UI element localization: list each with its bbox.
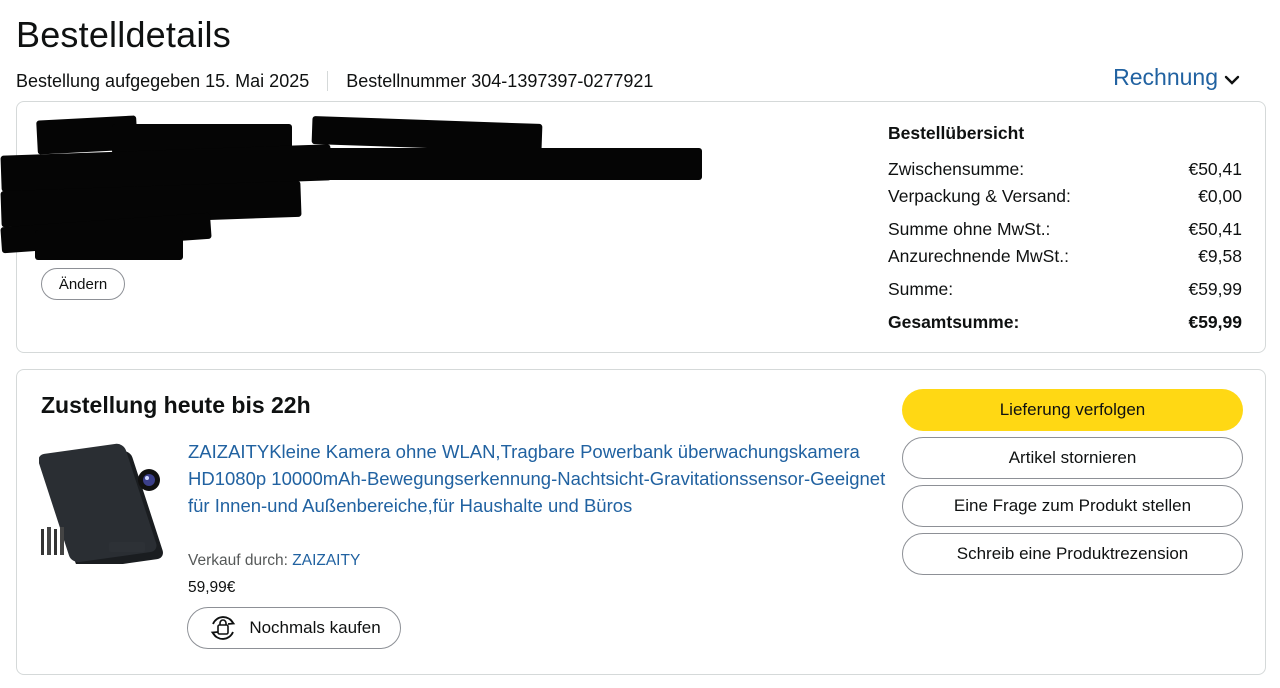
order-summary: Bestellübersicht Zwischensumme: €50,41 V… — [888, 123, 1242, 336]
summary-label: Zwischensumme: — [888, 159, 1025, 179]
ask-question-button[interactable]: Eine Frage zum Produkt stellen — [902, 485, 1243, 527]
summary-value: €50,41 — [1188, 159, 1242, 179]
sold-by-label: Verkauf durch: — [188, 552, 288, 569]
summary-value: €0,00 — [1198, 186, 1242, 206]
track-delivery-button[interactable]: Lieferung verfolgen — [902, 389, 1243, 431]
sold-by: Verkauf durch: ZAIZAITY — [188, 552, 360, 570]
product-title-link[interactable]: ZAIZAITYKleine Kamera ohne WLAN,Tragbare… — [188, 438, 888, 519]
summary-title: Bestellübersicht — [888, 123, 1025, 143]
invoice-label: Rechnung — [1113, 64, 1218, 90]
order-number: Bestellnummer 304-1397397-0277921 — [346, 70, 654, 91]
seller-link[interactable]: ZAIZAITY — [292, 552, 360, 569]
product-image[interactable] — [39, 434, 169, 564]
cancel-item-button[interactable]: Artikel stornieren — [902, 437, 1243, 479]
product-price: 59,99€ — [188, 579, 236, 596]
summary-label: Summe ohne MwSt.: — [888, 219, 1051, 239]
reorder-icon — [211, 616, 236, 640]
buy-again-button[interactable]: Nochmals kaufen — [187, 607, 401, 649]
summary-value: €59,99 — [1188, 279, 1242, 299]
summary-value: €59,99 — [1188, 312, 1242, 332]
order-meta: Bestellung aufgegeben 15. Mai 2025 Beste… — [16, 70, 653, 92]
summary-row-total: Summe: €59,99 — [888, 276, 1242, 303]
order-info-card: Ändern Bestellübersicht Zwischensumme: €… — [0, 101, 1266, 353]
page-title: Bestelldetails — [16, 14, 231, 55]
invoice-dropdown[interactable]: Rechnung — [1113, 64, 1240, 91]
summary-row-grand-total: Gesamtsumme: €59,99 — [888, 309, 1242, 336]
summary-row-vat: Anzurechnende MwSt.: €9,58 — [888, 243, 1242, 270]
divider — [327, 71, 329, 91]
delivery-heading: Zustellung heute bis 22h — [41, 392, 311, 418]
order-date: Bestellung aufgegeben 15. Mai 2025 — [16, 70, 310, 91]
summary-row-shipping: Verpackung & Versand: €0,00 — [888, 183, 1242, 210]
summary-label: Verpackung & Versand: — [888, 186, 1071, 206]
summary-label: Anzurechnende MwSt.: — [888, 246, 1069, 266]
change-address-button[interactable]: Ändern — [41, 268, 125, 300]
summary-label: Gesamtsumme: — [888, 312, 1020, 332]
summary-value: €50,41 — [1188, 219, 1242, 239]
summary-row-subtotal: Zwischensumme: €50,41 — [888, 156, 1242, 183]
summary-row-net: Summe ohne MwSt.: €50,41 — [888, 216, 1242, 243]
write-review-button[interactable]: Schreib eine Produktrezension — [902, 533, 1243, 575]
chevron-down-icon — [1224, 75, 1240, 85]
summary-value: €9,58 — [1198, 246, 1242, 266]
delivery-card: Zustellung heute bis 22h ZAIZAITYKleine … — [16, 369, 1266, 675]
summary-label: Summe: — [888, 279, 954, 299]
buy-again-label: Nochmals kaufen — [249, 618, 381, 637]
